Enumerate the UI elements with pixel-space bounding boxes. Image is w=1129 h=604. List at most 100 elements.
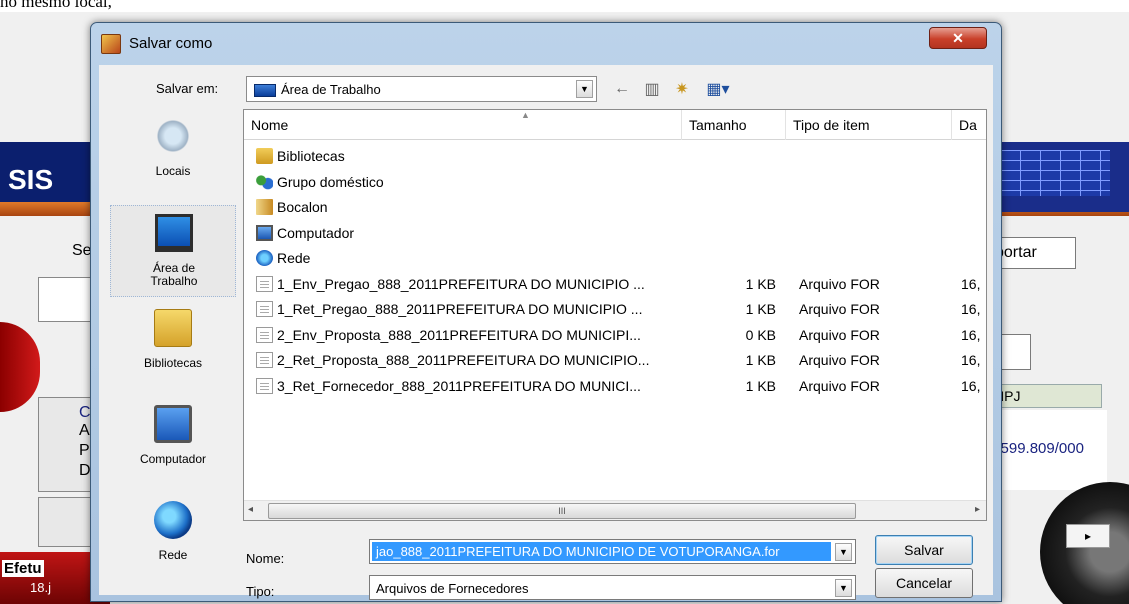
background-file-label: 18.j [30, 580, 51, 595]
document-icon [256, 352, 273, 368]
file-name: 3_Ret_Fornecedor_888_2011PREFEITURA DO M… [277, 377, 641, 394]
background-card-letter: D [79, 462, 91, 479]
background-scroll-right-arrow[interactable]: ▸ [1066, 524, 1110, 548]
chevron-down-icon[interactable]: ▼ [576, 80, 593, 98]
file-name-combo[interactable]: jao_888_2011PREFEITURA DO MUNICIPIO DE V… [369, 539, 856, 564]
background-card-letter: A [79, 422, 90, 439]
places-bar: Locais Área de Trabalho Bibliotecas Comp… [110, 109, 236, 583]
file-row[interactable]: 2_Env_Proposta_888_2011PREFEITURA DO MUN… [244, 323, 986, 348]
file-name: Grupo doméstico [277, 173, 384, 190]
background-card-letter: C [79, 404, 91, 421]
background-label: Se [72, 242, 92, 259]
column-header-size[interactable]: Tamanho [682, 110, 786, 140]
file-name: 1_Env_Pregao_888_2011PREFEITURA DO MUNIC… [277, 275, 645, 292]
file-type: Arquivo FOR [799, 301, 880, 317]
file-type-combo[interactable]: Arquivos de Fornecedores ▼ [369, 575, 856, 600]
file-size: 1 KB [745, 301, 776, 317]
place-area-de-trabalho[interactable]: Área de Trabalho [110, 205, 236, 297]
file-size: 1 KB [745, 275, 776, 292]
new-folder-icon[interactable]: ✷ [671, 79, 693, 99]
file-type-value: Arquivos de Fornecedores [376, 581, 529, 596]
place-rede[interactable]: Rede [110, 493, 236, 585]
file-date: 16, [961, 301, 981, 317]
save-in-combo[interactable]: Área de Trabalho ▼ [246, 76, 597, 102]
save-button[interactable]: Salvar [875, 535, 973, 565]
place-label: Área de Trabalho [150, 261, 198, 288]
background-card-letter: P [79, 442, 90, 459]
place-label: Locais [155, 164, 191, 178]
background-search-card[interactable] [38, 277, 98, 322]
file-date: 16, [961, 377, 981, 394]
network-icon [256, 250, 273, 266]
document-icon [256, 326, 273, 343]
file-row[interactable]: Computador [244, 221, 986, 246]
recent-places-icon [154, 117, 192, 155]
file-name: 2_Ret_Proposta_888_2011PREFEITURA DO MUN… [277, 352, 650, 368]
homegroup-icon [256, 173, 273, 190]
file-row[interactable]: 1_Ret_Pregao_888_2011PREFEITURA DO MUNIC… [244, 297, 986, 322]
background-car-graphic [0, 322, 40, 412]
chevron-down-icon[interactable]: ▼ [835, 543, 852, 561]
place-bibliotecas[interactable]: Bibliotecas [110, 301, 236, 393]
file-row[interactable]: Bocalon [244, 195, 986, 220]
save-as-dialog: Salvar como ✕ Salvar em: Área de Trabalh… [90, 22, 1002, 602]
dialog-body: Salvar em: Área de Trabalho ▼ ← ▥ ✷ ▦▾ L… [99, 65, 993, 600]
file-name: Rede [277, 250, 311, 266]
background-app-band-text: SIS [8, 164, 54, 195]
column-header-type[interactable]: Tipo de item [786, 110, 952, 140]
file-row[interactable]: 3_Ret_Fornecedor_888_2011PREFEITURA DO M… [244, 374, 986, 399]
file-name: 1_Ret_Pregao_888_2011PREFEITURA DO MUNIC… [277, 301, 643, 317]
background-exit-card[interactable] [38, 497, 98, 547]
background-save-card[interactable]: C A P D [38, 397, 98, 492]
file-name-value[interactable]: jao_888_2011PREFEITURA DO MUNICIPIO DE V… [372, 542, 831, 561]
file-type-label: Tipo: [246, 584, 275, 599]
file-name: Computador [277, 224, 355, 241]
scroll-right-icon[interactable]: ▸ [975, 504, 980, 515]
file-name: 2_Env_Proposta_888_2011PREFEITURA DO MUN… [277, 326, 641, 343]
file-list[interactable]: Nome ▲ Tamanho Tipo de item Da Bibliotec… [243, 109, 987, 521]
place-locais[interactable]: Locais [110, 109, 236, 201]
desktop-icon [155, 214, 193, 252]
file-size: 0 KB [745, 326, 776, 343]
file-row[interactable]: 1_Env_Pregao_888_2011PREFEITURA DO MUNIC… [244, 272, 986, 297]
file-name-label: Nome: [246, 551, 285, 566]
file-size: 1 KB [745, 352, 776, 368]
file-row[interactable]: Grupo doméstico [244, 170, 986, 195]
file-name: Bibliotecas [277, 148, 345, 164]
document-icon [256, 275, 273, 292]
scroll-left-icon[interactable]: ◂ [248, 504, 253, 515]
file-name: Bocalon [277, 199, 328, 215]
network-icon [154, 501, 192, 539]
cancel-button[interactable]: Cancelar [875, 568, 973, 598]
horizontal-scrollbar[interactable]: ◂ III ▸ [244, 500, 986, 520]
sort-ascending-icon: ▲ [521, 110, 530, 120]
save-in-value: Área de Trabalho [281, 82, 381, 97]
file-type: Arquivo FOR [799, 275, 880, 292]
dialog-title-bar[interactable]: Salvar como ✕ [91, 23, 1001, 65]
libraries-icon [256, 148, 273, 164]
app-icon [101, 34, 121, 54]
chevron-down-icon[interactable]: ▼ [835, 579, 852, 597]
file-row[interactable]: Bibliotecas [244, 144, 986, 169]
close-button[interactable]: ✕ [929, 27, 987, 49]
background-grid-graphic [1000, 150, 1110, 196]
file-date: 16, [961, 326, 981, 343]
column-header-name[interactable]: Nome [244, 110, 682, 140]
place-computador[interactable]: Computador [110, 397, 236, 489]
place-label: Rede [158, 548, 188, 562]
back-arrow-icon[interactable]: ← [611, 80, 633, 98]
background-import-button[interactable]: portar [990, 237, 1076, 269]
file-type: Arquivo FOR [799, 352, 880, 368]
up-folder-icon[interactable]: ▥ [641, 79, 663, 99]
place-label: Bibliotecas [143, 356, 203, 370]
scroll-thumb[interactable]: III [268, 503, 856, 519]
background-top-text: no mesmo local, [0, 0, 112, 11]
view-menu-icon[interactable]: ▦▾ [701, 79, 735, 99]
background-efetu-label: Efetu [2, 560, 44, 577]
file-row[interactable]: 2_Ret_Proposta_888_2011PREFEITURA DO MUN… [244, 348, 986, 373]
column-header-date[interactable]: Da [952, 110, 986, 140]
place-label: Computador [139, 452, 207, 466]
file-size: 1 KB [745, 377, 776, 394]
computer-icon [154, 405, 192, 443]
file-row[interactable]: Rede [244, 246, 986, 271]
